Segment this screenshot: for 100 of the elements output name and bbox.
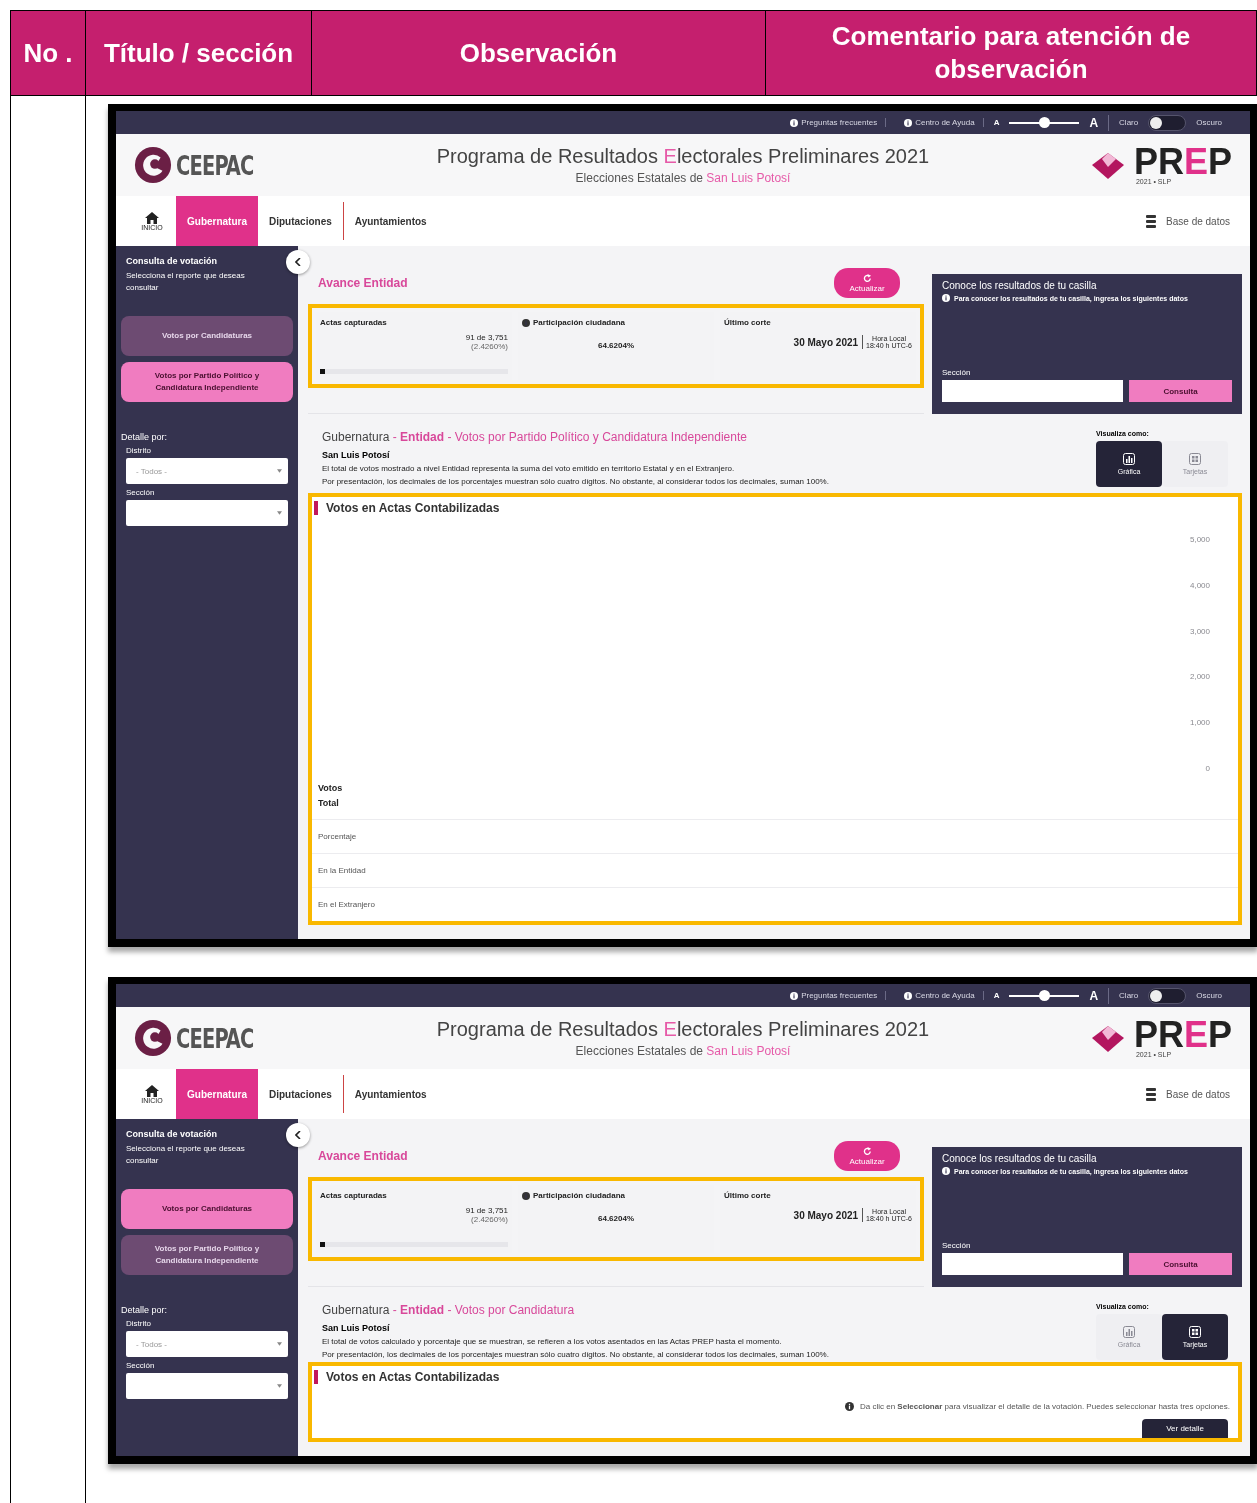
caret-icon [277,511,282,515]
panel-title: Conoce los resultados de tu casilla [942,1153,1098,1164]
info-text: Da clic en Seleccionar para visualizar el detalle de la votación. Puedes seleccionar hasta tres opciones. [860,1402,1230,1411]
field-label: Sección [942,368,972,377]
axis-label: 0 [1205,764,1210,773]
stat-value: 64.6204% [598,341,634,350]
stat-label: Participación ciudadana [533,318,626,327]
nav-tab[interactable]: Ayuntamientos [343,202,438,240]
stat-label: Último corte [724,1191,772,1200]
panel-title: Conoce los resultados de tu casilla [942,280,1098,291]
axis-label: 1,000 [1189,718,1210,728]
detail-label: Detalle por: [121,432,169,442]
theme-toggle[interactable] [1148,114,1187,131]
report-button[interactable]: Votos por Partido Político y Candidatura Independiente [121,362,293,402]
database-link[interactable]: Base de datos [1146,196,1250,246]
field-label: Sección [942,1241,972,1250]
theme-label: Oscuro [1196,118,1222,127]
details-button[interactable]: Ver detalle [1142,1419,1228,1438]
stat-value: 30 Mayo 2021 [793,336,859,348]
help-link[interactable]: Preguntas frecuentes [782,118,887,127]
location-label: San Luis Potosí [322,1323,391,1333]
consult-button[interactable]: Consulta [1129,380,1232,402]
results-title: Votos en Actas Contabilizadas [314,501,1238,515]
chevron-left-icon [295,1131,301,1139]
prep-logo-text: PREP [1133,145,1232,178]
refresh-button[interactable]: Actualizar [834,1141,900,1171]
collapse-button[interactable] [286,250,310,274]
section-title: Avance Entidad [318,1149,408,1163]
filter-label: Distrito [126,1319,152,1328]
refresh-button[interactable]: Actualizar [834,268,900,298]
row-header: Votos [317,782,344,795]
logo-icon [134,1019,172,1057]
stat-label: Actas capturadas [320,1191,388,1200]
sidebar-title: Consulta de votación [126,256,218,266]
theme-label: Oscuro [1196,991,1222,1000]
stat-value: 64.6204% [598,1214,634,1223]
axis-label: 3,000 [1189,626,1210,636]
nav-tab[interactable]: Gubernatura [176,196,258,246]
collapse-button[interactable] [286,1123,310,1147]
chart-icon [1123,453,1135,465]
theme-toggle[interactable] [1148,987,1187,1004]
report-button[interactable]: Votos por Partido Político y Candidatura Independiente [121,1235,293,1275]
small-a-label: A [993,991,1000,1000]
detail-label: Detalle por: [121,1305,169,1315]
nav-tab[interactable]: Diputaciones [258,1075,344,1113]
help-link[interactable]: Preguntas frecuentes [782,991,887,1000]
chevron-left-icon [295,258,301,266]
section-input-field[interactable] [942,380,1123,402]
filter-label: Sección [126,1361,156,1370]
axis-label: 5,000 [1189,535,1210,544]
axis-label: 4,000 [1189,580,1210,590]
column-header: Observación [459,36,618,70]
sidebar-subtitle: Selecciona el reporte que deseas consultar [126,270,246,294]
filter-label: Sección [126,488,156,497]
sidebar-title: Consulta de votación [126,1129,218,1139]
column-header: Título / sección [103,36,294,70]
note-text: El total de votos calculado y porcentaje que se muestran, se refieren a los votos asentados en las Actas PREP hasta el momento. [322,1337,783,1346]
results-heading: Gubernatura - Entidad - Votos por Candidatura [322,1303,576,1317]
logo-text: CEEPAC [176,149,254,181]
database-link[interactable]: Base de datos [1146,1069,1250,1119]
column-header: No . [23,36,73,70]
sidebar-subtitle: Selecciona el reporte que deseas consultar [126,1143,246,1167]
row-label: Porcentaje [312,819,1238,853]
results-title: Votos en Actas Contabilizadas [314,1370,1238,1384]
home-icon [145,211,159,224]
nav-tab[interactable]: Diputaciones [258,202,344,240]
small-a-label: A [993,118,1000,127]
stat-label: Participación ciudadana [533,1191,626,1200]
column-header: Comentario para atención de observación [830,20,1192,86]
theme-label: Claro [1119,991,1139,1000]
grid-icon [1189,1326,1201,1338]
row-label: En la Entidad [312,853,1238,887]
stat-value: 91 de 3,751 [465,333,508,342]
refresh-icon [862,273,872,283]
location-label: San Luis Potosí [322,450,391,460]
stat-value: 91 de 3,751 [465,1206,508,1215]
nav-tab[interactable]: Gubernatura [176,1069,258,1119]
section-input-field[interactable] [942,1253,1123,1275]
stat-label: Actas capturadas [320,318,388,327]
note-text: Por presentación, los decimales de los porcentajes muestran sólo cuatro dígitos. No obstante, al considerar todos los decimales, suman 100%. [322,1350,829,1359]
database-icon [1146,1087,1157,1101]
grid-icon [1189,453,1201,465]
row-label: En el Extranjero [312,887,1238,921]
help-link[interactable]: Centro de Ayuda [896,118,984,127]
help-link[interactable]: Centro de Ayuda [896,991,984,1000]
theme-label: Claro [1119,118,1139,127]
slider-thumb[interactable] [1039,989,1051,1001]
nav-tab[interactable]: Ayuntamientos [343,1075,438,1113]
report-button[interactable]: Votos por Candidaturas [121,316,293,356]
page-title: Programa de Resultados Electorales Preliminares 2021 [435,145,931,168]
filter-label: Distrito [126,446,152,455]
slider-thumb[interactable] [1039,116,1051,128]
report-button[interactable]: Votos por Candidaturas [121,1189,293,1229]
stat-value: (2.4260%) [471,1215,508,1224]
large-a-label: A [1089,988,1099,1003]
home-icon [145,1084,159,1097]
caret-icon [277,469,282,473]
consult-button[interactable]: Consulta [1129,1253,1232,1275]
row-header: Total [317,797,340,810]
prep-logo-text: PREP [1133,1018,1232,1051]
